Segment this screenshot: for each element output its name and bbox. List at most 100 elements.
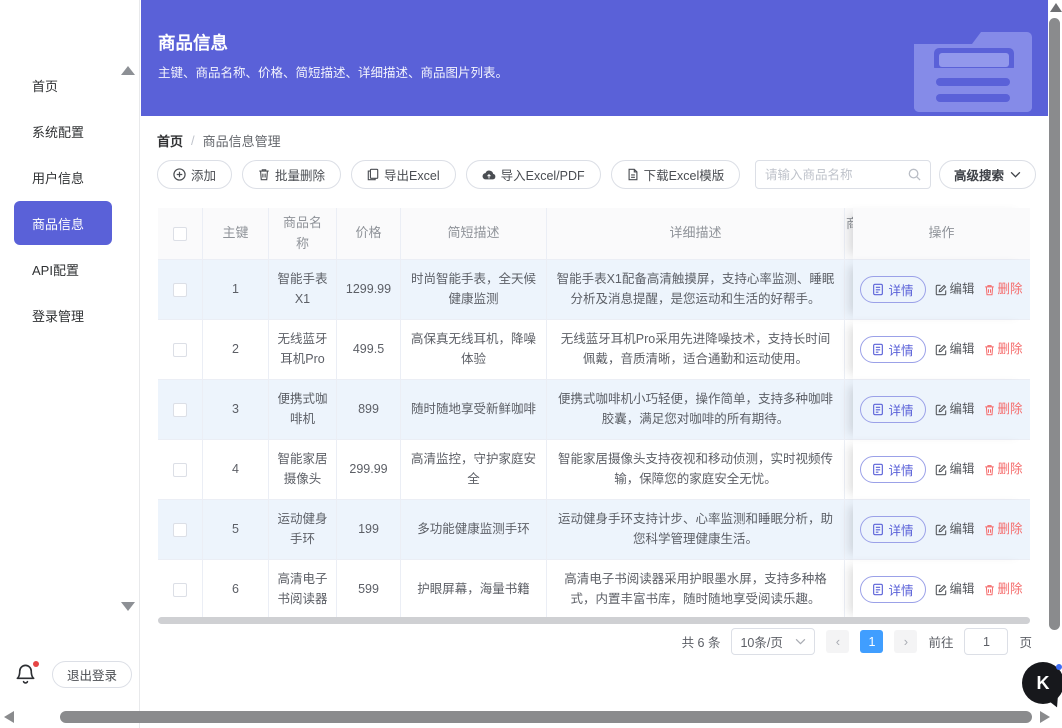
import-excel-button[interactable]: 导入Excel/PDF	[465, 160, 601, 189]
sidebar-item-label: 用户信息	[32, 170, 85, 186]
cell-name: 便携式咖啡机	[269, 380, 337, 440]
detail-button[interactable]: 详情	[860, 396, 926, 423]
table-horizontal-scrollbar[interactable]	[158, 617, 1030, 624]
document-icon	[873, 583, 884, 596]
detail-button[interactable]: 详情	[860, 276, 926, 303]
edit-button[interactable]: 编辑	[935, 280, 975, 299]
cell-images-clipped	[845, 440, 853, 500]
row-checkbox[interactable]	[173, 522, 187, 537]
sidebar: 首页 系统配置 用户信息 商品信息 API配置 登录管理 退出登录	[0, 0, 140, 728]
delete-button[interactable]: 删除	[984, 400, 1023, 419]
advanced-search-button[interactable]: 高级搜索	[939, 160, 1037, 189]
cell-name: 高清电子书阅读器	[269, 560, 337, 620]
sidebar-item-label: 商品信息	[32, 216, 85, 232]
breadcrumb-home-link[interactable]: 首页	[157, 131, 183, 150]
cell-id: 6	[203, 560, 269, 620]
assistant-widget-button[interactable]: K	[1022, 662, 1062, 704]
cell-price: 299.99	[337, 440, 401, 500]
sidebar-item[interactable]: 登录管理	[0, 292, 140, 338]
page-header-banner: 商品信息 主键、商品名称、价格、简短描述、详细描述、商品图片列表。	[141, 0, 1048, 116]
delete-button[interactable]: 删除	[984, 520, 1023, 539]
add-button-label: 添加	[191, 169, 217, 183]
table-row: 2 无线蓝牙耳机Pro 499.5 高保真无线耳机，降噪体验 无线蓝牙耳机Pro…	[158, 320, 1030, 380]
cell-detail: 智能手表X1配备高清触摸屏，支持心率监测、睡眠分析及消息提醒，是您运动和生活的好…	[547, 260, 845, 320]
sidebar-item[interactable]: 系统配置	[0, 108, 140, 154]
copy-icon	[367, 168, 379, 181]
delete-button[interactable]: 删除	[984, 460, 1023, 479]
current-page-button[interactable]: 1	[860, 630, 884, 653]
goto-page-input[interactable]	[964, 628, 1009, 655]
delete-button[interactable]: 删除	[984, 340, 1023, 359]
cell-id: 3	[203, 380, 269, 440]
product-table: 主键 商品名称 价格 简短描述 详细描述 商品图片列表 操作 1 智能手表X1 …	[158, 208, 1030, 620]
cell-price: 599	[337, 560, 401, 620]
cell-price: 899	[337, 380, 401, 440]
row-checkbox[interactable]	[173, 462, 187, 477]
detail-button[interactable]: 详情	[860, 456, 926, 483]
batch-delete-button[interactable]: 批量删除	[242, 160, 342, 189]
vertical-scrollbar-thumb[interactable]	[1049, 18, 1060, 630]
trash-icon	[984, 404, 994, 415]
row-checkbox[interactable]	[173, 282, 187, 297]
pagination: 共 6 条 10条/页 ‹ 1 › 前往 页	[158, 628, 1032, 655]
sidebar-item[interactable]: 用户信息	[0, 154, 140, 200]
edit-pencil-icon	[935, 464, 946, 475]
download-template-button[interactable]: 下载Excel模版	[610, 160, 741, 189]
search-icon[interactable]	[908, 168, 921, 181]
notification-badge	[33, 661, 39, 667]
delete-button-label: 删除	[997, 581, 1023, 596]
horizontal-scrollbar-thumb[interactable]	[60, 711, 1032, 723]
logout-button[interactable]: 退出登录	[52, 661, 133, 688]
search-input[interactable]	[765, 167, 908, 182]
edit-button[interactable]: 编辑	[935, 520, 975, 539]
cell-id: 4	[203, 440, 269, 500]
page-size-value: 10条/页	[740, 636, 783, 650]
edit-button-label: 编辑	[949, 461, 975, 476]
row-checkbox[interactable]	[173, 402, 187, 417]
page-size-select[interactable]: 10条/页	[731, 628, 816, 655]
page-unit-label: 页	[1019, 636, 1032, 650]
detail-button[interactable]: 详情	[860, 336, 926, 363]
sidebar-item[interactable]: 首页	[0, 62, 140, 108]
goto-label: 前往	[928, 636, 954, 650]
edit-button-label: 编辑	[949, 341, 975, 356]
cell-short-desc: 高保真无线耳机，降噪体验	[401, 320, 547, 380]
notification-bell-button[interactable]	[14, 661, 40, 688]
column-header-short-desc: 简短描述	[401, 208, 547, 260]
export-excel-button[interactable]: 导出Excel	[351, 160, 456, 189]
row-checkbox[interactable]	[173, 582, 187, 597]
select-all-checkbox[interactable]	[173, 226, 187, 241]
sidebar-scroll-down-icon[interactable]	[121, 602, 135, 611]
next-page-button[interactable]: ›	[894, 630, 918, 653]
column-header-detail: 详细描述	[547, 208, 845, 260]
delete-button[interactable]: 删除	[984, 580, 1023, 599]
product-search-box	[755, 160, 931, 189]
horizontal-scrollbar-left-arrow[interactable]	[4, 711, 14, 723]
detail-button[interactable]: 详情	[860, 576, 926, 603]
add-button[interactable]: 添加	[157, 160, 233, 189]
column-header-images-clipped: 商品图片列表	[845, 208, 853, 260]
cell-name: 运动健身手环	[269, 500, 337, 560]
column-header-actions: 操作	[853, 208, 1030, 260]
edit-button[interactable]: 编辑	[935, 460, 975, 479]
edit-button[interactable]: 编辑	[935, 580, 975, 599]
delete-button-label: 删除	[997, 281, 1023, 296]
document-icon	[873, 463, 884, 476]
horizontal-scrollbar-right-arrow[interactable]	[1040, 711, 1050, 723]
edit-button-label: 编辑	[949, 281, 975, 296]
cell-actions: 详情 编辑 删除	[853, 500, 1030, 560]
sidebar-item[interactable]: API配置	[0, 246, 140, 292]
edit-button[interactable]: 编辑	[935, 340, 975, 359]
breadcrumb-current: 商品信息管理	[202, 134, 281, 149]
trash-icon	[984, 464, 994, 475]
vertical-scrollbar-up-arrow[interactable]	[1050, 3, 1062, 12]
prev-page-button[interactable]: ‹	[826, 630, 850, 653]
detail-button[interactable]: 详情	[860, 516, 926, 543]
delete-button[interactable]: 删除	[984, 280, 1023, 299]
cell-images-clipped	[845, 560, 853, 620]
edit-button-label: 编辑	[949, 401, 975, 416]
edit-button[interactable]: 编辑	[935, 400, 975, 419]
sidebar-item[interactable]: 商品信息	[14, 201, 112, 245]
cell-detail: 智能家居摄像头支持夜视和移动侦测，实时视频传输，保障您的家庭安全无忧。	[547, 440, 845, 500]
row-checkbox[interactable]	[173, 342, 187, 357]
